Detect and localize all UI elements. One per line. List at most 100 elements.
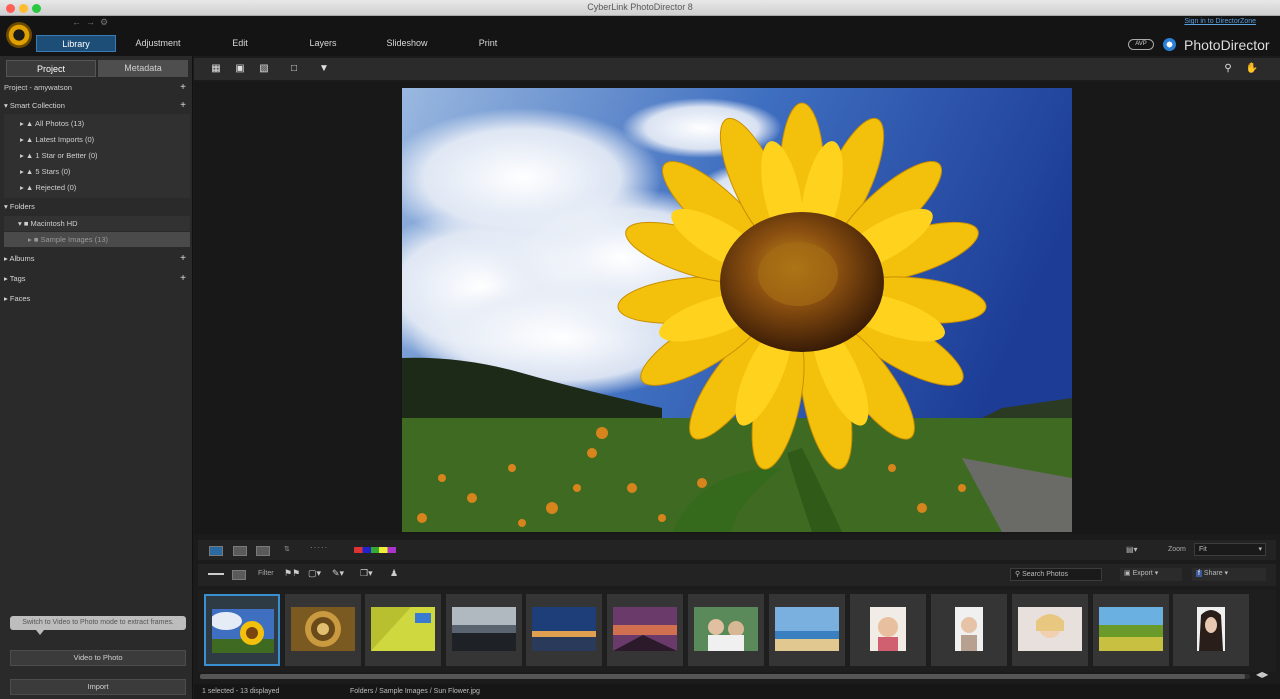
export-button[interactable]: ▣ Export ▾ — [1120, 568, 1182, 581]
zoom-tool-icon[interactable]: ⚲ — [1220, 62, 1236, 75]
fullscreen-view-icon[interactable]: □ — [286, 62, 302, 75]
add-icon[interactable]: + — [180, 80, 186, 95]
thumbnail-sunflower[interactable] — [204, 594, 280, 666]
projector-view-icon[interactable]: ▼ — [316, 62, 332, 75]
smart-collection-header[interactable]: ▾ Smart Collection + — [4, 98, 190, 113]
tab-adjustment[interactable]: Adjustment — [128, 35, 188, 52]
folder-sample-images[interactable]: ▸ ■ Sample Images (13) — [4, 232, 190, 247]
compact-view-icon[interactable] — [232, 570, 246, 580]
zoom-select[interactable]: Fit ▾ — [1194, 543, 1266, 556]
tab-print[interactable]: Print — [470, 35, 506, 52]
search-photos-input[interactable]: ⚲ Search Photos — [1010, 568, 1102, 581]
thumbnail-spiral[interactable] — [285, 594, 361, 666]
undo-redo-controls[interactable]: ← → ⚙ — [72, 17, 108, 28]
signin-link[interactable]: Sign in to DirectorZone — [1184, 18, 1256, 25]
grid-thumb-icon[interactable] — [233, 546, 247, 556]
thumbnail-green-field[interactable] — [365, 594, 441, 666]
item-label: All Photos (13) — [34, 119, 85, 128]
thumbnail-sunset[interactable] — [607, 594, 683, 666]
add-icon[interactable]: + — [180, 251, 186, 266]
thumbnail-meadow[interactable] — [1093, 594, 1169, 666]
tags-header[interactable]: ▸ Tags + — [4, 271, 190, 286]
add-icon[interactable]: + — [180, 98, 186, 113]
thumbnail-portrait-dark-hair[interactable] — [1173, 594, 1249, 666]
collection-icon: ▲ — [25, 151, 34, 160]
collection-icon: ▲ — [25, 119, 34, 128]
share-button[interactable]: f Share ▾ — [1192, 568, 1266, 581]
thumbnail-portrait-woman[interactable] — [850, 594, 926, 666]
sidebar-item-rejected[interactable]: ▸ ▲ Rejected (0) — [4, 180, 190, 195]
thumb-image — [371, 607, 435, 651]
preview-photo[interactable] — [402, 88, 1072, 532]
thumb-image — [870, 607, 906, 651]
folders-header[interactable]: ▾ Folders — [4, 199, 190, 214]
tab-metadata[interactable]: Metadata — [98, 60, 188, 77]
tooltip-arrow — [36, 630, 44, 635]
display-mode-icon[interactable]: ▤▾ — [1126, 545, 1138, 554]
thumbnail-smiling-woman[interactable] — [1012, 594, 1088, 666]
filmstrip-scroll-thumb[interactable] — [200, 674, 1245, 679]
facebook-icon: f — [1196, 570, 1202, 577]
tab-edit[interactable]: Edit — [218, 35, 262, 52]
loupe-view-icon[interactable]: ▣ — [232, 62, 248, 75]
tab-layers[interactable]: Layers — [298, 35, 348, 52]
grid-view-icon[interactable]: ▧ — [256, 62, 272, 75]
tab-slideshow[interactable]: Slideshow — [380, 35, 434, 52]
thumb-image — [212, 609, 274, 653]
settings-gear-icon[interactable]: ⚙ — [100, 17, 108, 27]
zoom-value: Fit — [1199, 546, 1207, 553]
share-label: Share — [1203, 570, 1223, 577]
thumbnail-portrait-girl[interactable] — [931, 594, 1007, 666]
hand-tool-icon[interactable]: ✋ — [1244, 62, 1260, 75]
thumbnail-dark-landscape[interactable] — [446, 594, 522, 666]
collection-icon: ▲ — [25, 167, 34, 176]
filmstrip-view-icon[interactable] — [209, 546, 223, 556]
scroll-arrows-icon[interactable]: ◀▶ — [1256, 670, 1268, 679]
color-label-filter[interactable] — [354, 547, 396, 553]
thumb-image — [694, 607, 758, 651]
compare-view-icon[interactable]: ▦ — [208, 62, 224, 75]
thumbnail-beach[interactable] — [769, 594, 845, 666]
import-button[interactable]: Import — [10, 679, 186, 695]
sidebar-item-5-stars[interactable]: ▸ ▲ 5 Stars (0) — [4, 164, 190, 179]
thumb-image — [1197, 607, 1225, 651]
select-filter-icon[interactable]: ▢▾ — [308, 568, 321, 579]
albums-label: Albums — [9, 254, 35, 263]
folder-icon: ■ — [33, 235, 39, 244]
sidebar-item-latest-imports[interactable]: ▸ ▲ Latest Imports (0) — [4, 132, 190, 147]
flag-filter-icon[interactable]: ⚑⚑ — [284, 568, 300, 579]
rating-filter[interactable]: ····· — [310, 543, 328, 552]
sort-icon[interactable]: ⇅ — [284, 545, 290, 553]
faces-header[interactable]: ▸ Faces — [4, 291, 190, 306]
chevron-down-icon: ▾ — [1258, 546, 1262, 553]
smart-collection-label: Smart Collection — [9, 101, 65, 110]
sidebar-item-all-photos[interactable]: ▸ ▲ All Photos (13) — [4, 116, 190, 131]
folder-macintosh-hd[interactable]: ▾ ■ Macintosh HD — [4, 216, 190, 231]
window-title: CyberLink PhotoDirector 8 — [587, 2, 693, 12]
tab-project[interactable]: Project — [6, 60, 96, 77]
drive-icon: ■ — [23, 219, 29, 228]
export-icon: ▣ — [1124, 570, 1131, 577]
collection-icon: ▲ — [25, 135, 34, 144]
search-icon: ⚲ — [1015, 571, 1021, 578]
thumb-image — [775, 607, 839, 651]
brush-filter-icon[interactable]: ✎▾ — [332, 568, 344, 579]
folders-label: Folders — [9, 202, 35, 211]
collapse-icon[interactable] — [208, 573, 224, 575]
details-view-icon[interactable] — [256, 546, 270, 556]
albums-header[interactable]: ▸ Albums + — [4, 251, 190, 266]
thumbnail-city-skyline[interactable] — [526, 594, 602, 666]
brand-name: PhotoDirector — [1184, 37, 1270, 53]
tab-library[interactable]: Library — [36, 35, 116, 52]
thumb-image — [1099, 607, 1163, 651]
add-icon[interactable]: + — [180, 271, 186, 286]
module-bar — [0, 16, 1280, 56]
zoom-label: Zoom — [1168, 546, 1186, 553]
sidebar-item-1-star[interactable]: ▸ ▲ 1 Star or Better (0) — [4, 148, 190, 163]
copy-filter-icon[interactable]: ❐▾ — [360, 568, 373, 579]
thumbnail-family[interactable] — [688, 594, 764, 666]
project-row[interactable]: Project - amywatson + — [4, 80, 190, 95]
tooltip: Switch to Video to Photo mode to extract… — [10, 616, 186, 630]
video-to-photo-button[interactable]: Video to Photo — [10, 650, 186, 666]
person-filter-icon[interactable]: ♟ — [390, 568, 398, 579]
